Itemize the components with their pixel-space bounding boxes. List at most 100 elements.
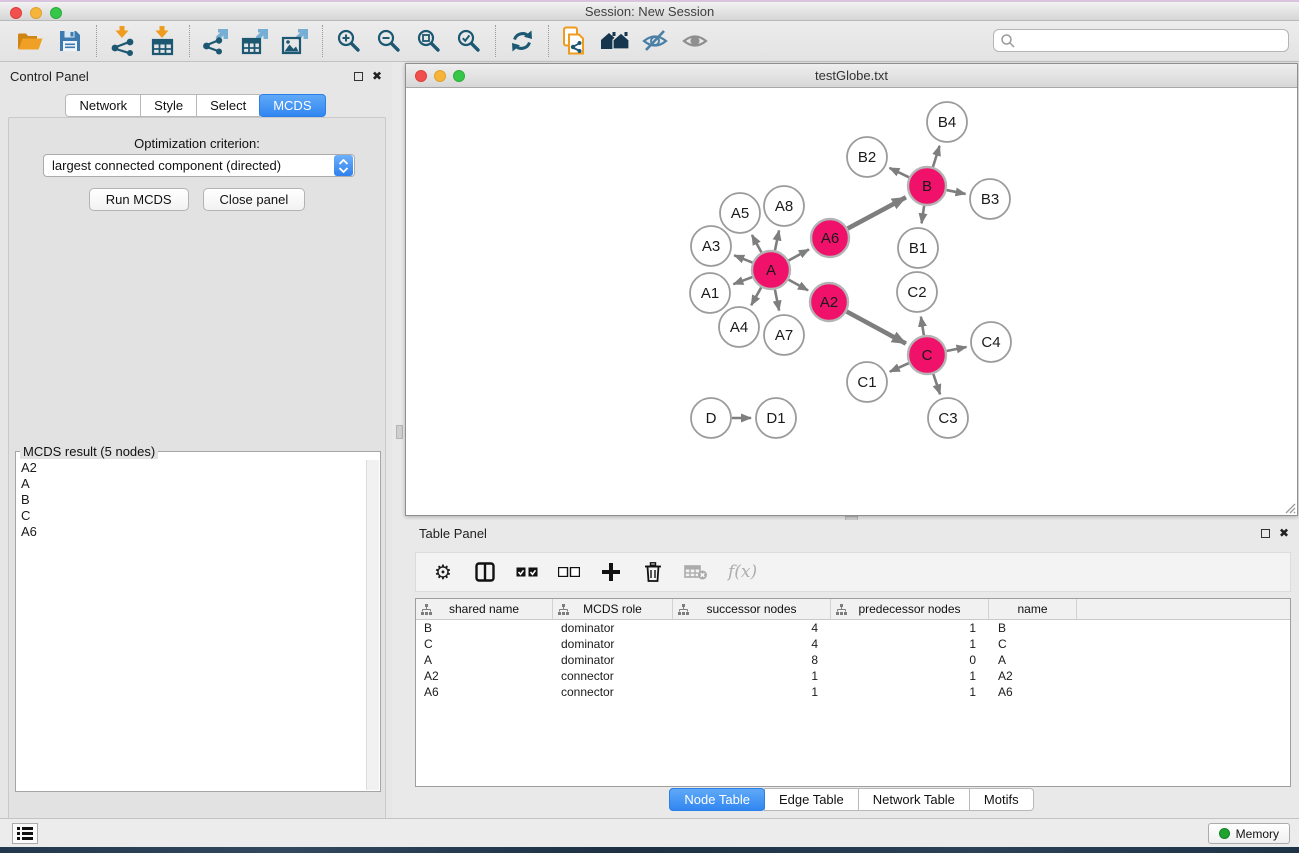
delete-column-icon[interactable] bbox=[642, 562, 664, 582]
window-controls[interactable] bbox=[10, 7, 62, 19]
tab-style[interactable]: Style bbox=[140, 94, 197, 117]
edge-A-A5[interactable] bbox=[752, 235, 762, 252]
column-type-icon bbox=[558, 604, 569, 615]
table-row[interactable]: A6connector11A6 bbox=[416, 684, 1290, 700]
edge-A-A6[interactable] bbox=[789, 249, 809, 260]
import-network-button[interactable] bbox=[103, 23, 143, 59]
clone-network-button[interactable] bbox=[555, 23, 595, 59]
minimize-window-icon[interactable] bbox=[30, 7, 42, 19]
tab-select[interactable]: Select bbox=[196, 94, 260, 117]
criterion-dropdown[interactable]: largest connected component (directed) bbox=[43, 154, 355, 177]
float-table-panel-icon[interactable] bbox=[1261, 529, 1270, 538]
mcds-result-scrollbar[interactable] bbox=[366, 460, 379, 790]
tab-network[interactable]: Network bbox=[65, 94, 141, 117]
zoom-in-button[interactable] bbox=[329, 23, 369, 59]
panel-splitter-handle[interactable] bbox=[396, 425, 403, 439]
mcds-result-item[interactable]: A2 bbox=[17, 460, 366, 476]
mcds-result-item[interactable]: C bbox=[17, 508, 366, 524]
edge-A-A4[interactable] bbox=[751, 287, 761, 305]
add-column-icon[interactable] bbox=[600, 563, 622, 581]
mcds-result-title: MCDS result (5 nodes) bbox=[20, 444, 158, 459]
cell-MCDS-role: dominator bbox=[553, 652, 673, 668]
tab-edge-table[interactable]: Edge Table bbox=[764, 788, 859, 811]
column-header-name[interactable]: name bbox=[989, 599, 1077, 619]
close-table-panel-icon[interactable]: ✖ bbox=[1279, 529, 1289, 538]
search-field[interactable] bbox=[993, 29, 1289, 52]
select-all-icon[interactable] bbox=[516, 567, 538, 577]
memory-button[interactable]: Memory bbox=[1208, 823, 1290, 844]
settings-gear-icon[interactable]: ⚙ bbox=[432, 560, 454, 585]
edge-A2-C[interactable] bbox=[847, 312, 906, 344]
maximize-window-icon[interactable] bbox=[50, 7, 62, 19]
close-window-icon[interactable] bbox=[10, 7, 22, 19]
mcds-result-item[interactable]: B bbox=[17, 492, 366, 508]
edge-C-C2[interactable] bbox=[921, 317, 924, 336]
edge-C-C3[interactable] bbox=[933, 374, 940, 394]
edge-C-C1[interactable] bbox=[890, 363, 909, 372]
edge-B-B2[interactable] bbox=[890, 168, 909, 177]
tab-mcds[interactable]: MCDS bbox=[259, 94, 325, 117]
edge-A-A1[interactable] bbox=[733, 277, 752, 284]
network-window-controls[interactable] bbox=[415, 70, 465, 82]
edge-A6-B[interactable] bbox=[848, 197, 906, 228]
zoom-selected-button[interactable] bbox=[449, 23, 489, 59]
table-row[interactable]: Adominator80A bbox=[416, 652, 1290, 668]
maximize-view-icon[interactable] bbox=[453, 70, 465, 82]
edge-B-B1[interactable] bbox=[922, 206, 925, 223]
delete-table-icon[interactable] bbox=[684, 564, 708, 580]
show-selected-button[interactable] bbox=[675, 23, 715, 59]
node-label-C3: C3 bbox=[938, 410, 957, 427]
edge-B-B3[interactable] bbox=[947, 190, 966, 194]
minimize-view-icon[interactable] bbox=[434, 70, 446, 82]
toolbar-separator bbox=[495, 25, 496, 57]
column-header-shared-name[interactable]: shared name bbox=[416, 599, 553, 619]
search-input[interactable] bbox=[1016, 34, 1288, 48]
node-table[interactable]: shared nameMCDS rolesuccessor nodesprede… bbox=[415, 598, 1291, 787]
edge-A-A2[interactable] bbox=[789, 280, 808, 291]
column-header-MCDS-role[interactable]: MCDS role bbox=[553, 599, 673, 619]
home-button[interactable] bbox=[595, 23, 635, 59]
save-session-button[interactable] bbox=[50, 23, 90, 59]
tab-network-table[interactable]: Network Table bbox=[858, 788, 970, 811]
export-network-button[interactable] bbox=[196, 23, 236, 59]
edge-B-B4[interactable] bbox=[933, 146, 940, 167]
deselect-all-icon[interactable] bbox=[558, 567, 580, 577]
column-header-predecessor-nodes[interactable]: predecessor nodes bbox=[831, 599, 989, 619]
home-icon bbox=[599, 29, 631, 53]
edge-A-A7[interactable] bbox=[775, 290, 779, 311]
open-file-button[interactable] bbox=[10, 23, 50, 59]
table-row[interactable]: A2connector11A2 bbox=[416, 668, 1290, 684]
show-columns-icon[interactable] bbox=[474, 562, 496, 582]
tab-motifs[interactable]: Motifs bbox=[969, 788, 1034, 811]
table-row[interactable]: Cdominator41C bbox=[416, 636, 1290, 652]
task-history-button[interactable] bbox=[12, 823, 38, 844]
resize-grip-icon[interactable] bbox=[1282, 500, 1296, 514]
close-panel-icon[interactable]: ✖ bbox=[372, 72, 382, 81]
close-panel-button[interactable]: Close panel bbox=[203, 188, 306, 211]
float-panel-icon[interactable] bbox=[354, 72, 363, 81]
mcds-result-item[interactable]: A6 bbox=[17, 524, 366, 540]
function-builder-icon[interactable]: f(x) bbox=[728, 562, 757, 582]
edge-A-A3[interactable] bbox=[734, 255, 752, 262]
mcds-result-list[interactable]: A2ABCA6 bbox=[17, 460, 366, 790]
zoom-out-icon bbox=[376, 28, 402, 54]
zoom-fit-button[interactable] bbox=[409, 23, 449, 59]
export-image-button[interactable] bbox=[276, 23, 316, 59]
run-mcds-button[interactable]: Run MCDS bbox=[89, 188, 189, 211]
hide-selected-button[interactable] bbox=[635, 23, 675, 59]
import-table-button[interactable] bbox=[143, 23, 183, 59]
close-view-icon[interactable] bbox=[415, 70, 427, 82]
zoom-out-button[interactable] bbox=[369, 23, 409, 59]
refresh-button[interactable] bbox=[502, 23, 542, 59]
network-canvas[interactable]: B4B2BB3A8A5A6B1A3AC2A1A2A4A7C4CC1C3DD1 bbox=[406, 88, 1297, 515]
table-row[interactable]: Bdominator41B bbox=[416, 620, 1290, 636]
export-table-button[interactable] bbox=[236, 23, 276, 59]
tab-node-table[interactable]: Node Table bbox=[669, 788, 765, 811]
column-header-successor-nodes[interactable]: successor nodes bbox=[673, 599, 831, 619]
mcds-result-item[interactable]: A bbox=[17, 476, 366, 492]
cell-name: A bbox=[989, 652, 1077, 668]
edge-C-C4[interactable] bbox=[947, 347, 967, 351]
network-graph[interactable]: B4B2BB3A8A5A6B1A3AC2A1A2A4A7C4CC1C3DD1 bbox=[406, 88, 1297, 515]
table-header-row: shared nameMCDS rolesuccessor nodesprede… bbox=[416, 599, 1290, 620]
edge-A-A8[interactable] bbox=[775, 230, 779, 250]
